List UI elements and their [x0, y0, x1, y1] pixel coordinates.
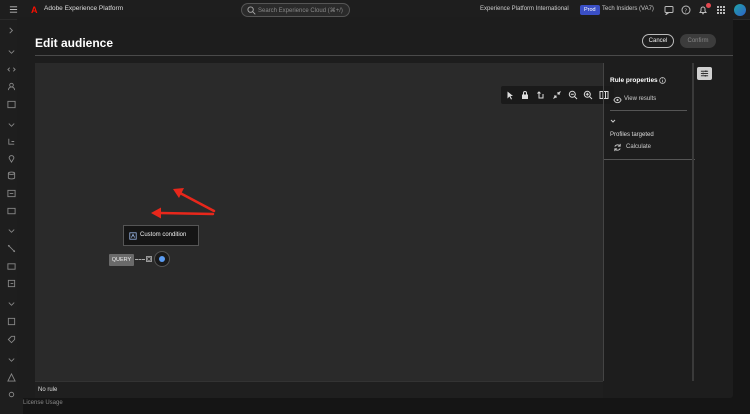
- eye-icon: [613, 96, 622, 104]
- dialog-title: Edit audience: [35, 36, 114, 50]
- rule-properties-title: Rule properties: [610, 77, 658, 84]
- flow-icon[interactable]: [7, 137, 16, 146]
- database-icon[interactable]: [7, 171, 16, 180]
- prod-badge: Prod: [580, 5, 600, 15]
- org-switcher[interactable]: Tech Insiders (VA7): [602, 6, 654, 12]
- license-usage-link: License Usage: [23, 400, 63, 406]
- destinations-icon[interactable]: [7, 262, 16, 271]
- properties-divider: [610, 110, 687, 111]
- info-icon[interactable]: [659, 77, 666, 84]
- settings-icon[interactable]: [7, 390, 16, 399]
- chat-icon[interactable]: [664, 5, 674, 15]
- search-input[interactable]: Search Experience Cloud (⌘+/): [241, 3, 350, 17]
- profile-card-icon[interactable]: [7, 100, 16, 109]
- chevron-down-icon[interactable]: [7, 355, 16, 364]
- help-icon[interactable]: ?: [681, 5, 691, 15]
- calculate-label: Calculate: [626, 144, 652, 150]
- panel-separator: [692, 63, 694, 381]
- location-icon[interactable]: [7, 154, 16, 163]
- search-icon: [247, 6, 256, 15]
- rule-canvas[interactable]: Custom condition QUERY: [35, 63, 614, 381]
- chat-icon[interactable]: [7, 207, 16, 216]
- avatar[interactable]: [734, 4, 746, 16]
- chevron-down-icon[interactable]: [7, 120, 16, 129]
- query-icon[interactable]: [7, 189, 16, 198]
- condition-icon: [129, 232, 137, 240]
- notification-badge: [706, 3, 711, 8]
- cancel-button[interactable]: Cancel: [642, 34, 674, 48]
- canvas-toolbar: [501, 86, 614, 104]
- close-icon[interactable]: [146, 256, 152, 262]
- chevron-right-icon[interactable]: [7, 26, 16, 35]
- connector-line: [135, 259, 145, 260]
- edit-audience-dialog: Edit audience Cancel Confirm Custom cond…: [17, 17, 733, 398]
- sandbox-name[interactable]: Experience Platform International: [480, 6, 569, 12]
- rule-status: No rule: [38, 387, 58, 393]
- rule-properties-panel: Rule properties View results Profiles ta…: [603, 63, 695, 381]
- zoom-in-icon[interactable]: [583, 90, 593, 100]
- view-results-label: View results: [624, 96, 657, 102]
- tag-icon[interactable]: [7, 335, 16, 344]
- person-icon[interactable]: [7, 82, 16, 91]
- chevron-down-icon[interactable]: [7, 47, 16, 56]
- menu-icon[interactable]: [9, 5, 18, 14]
- undo-icon[interactable]: [536, 90, 546, 100]
- rule-status-bar: No rule: [35, 381, 603, 398]
- svg-text:?: ?: [684, 8, 687, 14]
- settings-button[interactable]: [697, 67, 712, 80]
- apps-grid-icon[interactable]: [716, 5, 726, 15]
- settings-icon: [700, 70, 709, 77]
- alert-icon[interactable]: [7, 373, 16, 382]
- app-name[interactable]: Adobe Experience Platform: [44, 5, 123, 12]
- profiles-targeted-label: Profiles targeted: [610, 132, 654, 138]
- header-divider: [35, 55, 733, 56]
- code-icon[interactable]: [7, 65, 16, 74]
- custom-condition-menu-item[interactable]: Custom condition: [123, 225, 199, 246]
- custom-condition-label: Custom condition: [140, 232, 187, 238]
- query-node[interactable]: QUERY: [109, 254, 134, 266]
- policy-icon[interactable]: [7, 317, 16, 326]
- pointer-icon[interactable]: [505, 90, 515, 100]
- export-icon[interactable]: [7, 279, 16, 288]
- search-placeholder: Search Experience Cloud (⌘+/): [258, 8, 343, 14]
- adobe-logo-icon[interactable]: A: [31, 5, 40, 15]
- zoom-out-icon[interactable]: [568, 90, 578, 100]
- collapse-icon[interactable]: [552, 90, 562, 100]
- connection-icon[interactable]: [7, 244, 16, 253]
- chevron-down-icon[interactable]: [7, 299, 16, 308]
- refresh-icon: [614, 143, 621, 152]
- properties-bottom-divider: [604, 159, 695, 160]
- add-condition-button[interactable]: [154, 251, 170, 267]
- chevron-down-icon[interactable]: [610, 118, 616, 124]
- chevron-down-icon[interactable]: [7, 226, 16, 235]
- lock-icon[interactable]: [520, 90, 530, 100]
- confirm-button[interactable]: Confirm: [680, 34, 716, 48]
